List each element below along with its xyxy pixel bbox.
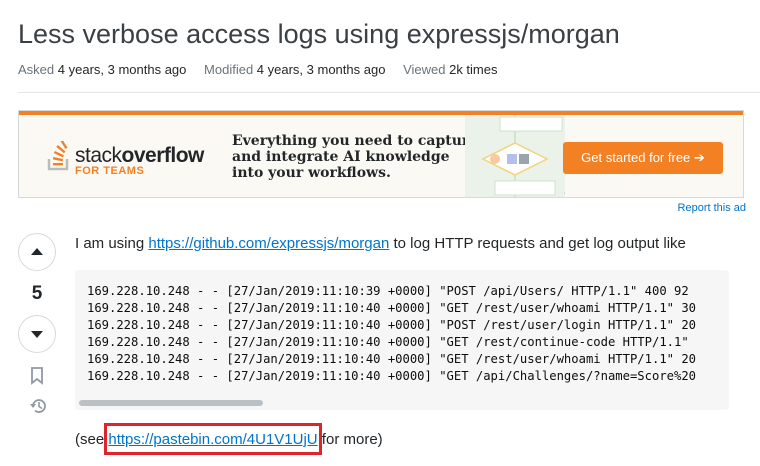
post-intro-paragraph: I am using https://github.com/expressjs/… <box>75 235 686 253</box>
log-code-block[interactable]: 169.228.10.248 - - [27/Jan/2019:11:10:39… <box>75 270 729 410</box>
ad-accent-bar <box>19 111 743 115</box>
upvote-button[interactable] <box>18 233 56 271</box>
viewed-value: 2k times <box>449 62 498 77</box>
ad-logo-subtitle: FOR TEAMS <box>75 165 145 177</box>
code-line: 169.228.10.248 - - [27/Jan/2019:11:10:40… <box>87 352 697 366</box>
code-line: 169.228.10.248 - - [27/Jan/2019:11:10:39… <box>87 284 689 298</box>
morgan-github-link[interactable]: https://github.com/expressjs/morgan <box>148 235 389 252</box>
code-line: 169.228.10.248 - - [27/Jan/2019:11:10:40… <box>87 369 697 383</box>
vote-score: 5 <box>31 283 43 304</box>
question-meta: Asked 4 years, 3 months ago Modified 4 y… <box>18 61 512 78</box>
ad-cta-label: Get started for free <box>581 150 691 165</box>
downvote-arrow-icon <box>31 331 43 338</box>
asked-value[interactable]: 4 years, 3 months ago <box>58 62 187 77</box>
downvote-button[interactable] <box>18 315 56 353</box>
intro-text-after: to log HTTP requests and get log output … <box>389 235 686 252</box>
code-line: 169.228.10.248 - - [27/Jan/2019:11:10:40… <box>87 301 697 315</box>
ad-headline: Everything you need to capture and integ… <box>232 133 482 181</box>
ad-flowchart-illustration-icon <box>465 115 565 197</box>
title-divider <box>18 92 760 93</box>
history-icon[interactable] <box>28 397 48 415</box>
question-title[interactable]: Less verbose access logs using expressjs… <box>18 16 620 52</box>
bookmark-icon[interactable] <box>30 367 44 385</box>
asked-label: Asked <box>18 62 55 77</box>
ad-cta-button[interactable]: Get started for free ➔ <box>563 142 723 174</box>
ad-headline-line-2: and integrate AI knowledge <box>232 149 450 165</box>
arrow-right-icon: ➔ <box>693 150 705 165</box>
log-code-lines: 169.228.10.248 - - [27/Jan/2019:11:10:39… <box>87 283 696 385</box>
modified-label: Modified <box>204 62 254 77</box>
intro-text-before: I am using <box>75 235 149 252</box>
code-horizontal-scrollbar[interactable] <box>79 400 263 406</box>
viewed-label: Viewed <box>403 62 446 77</box>
stackoverflow-teams-ad[interactable]: stackoverflow FOR TEAMS Everything you n… <box>18 110 744 198</box>
upvote-arrow-icon <box>31 248 43 255</box>
logo-bold-text: overflow <box>121 144 205 167</box>
stackoverflow-logo-icon <box>47 141 69 171</box>
pastebin-link-highlight <box>104 423 322 455</box>
report-ad-link[interactable]: Report this ad <box>660 202 746 214</box>
ad-logo-wordmark: stackoverflow <box>75 145 204 167</box>
code-line: 169.228.10.248 - - [27/Jan/2019:11:10:40… <box>87 335 689 349</box>
ad-headline-line-1: Everything you need to capture <box>232 133 479 149</box>
outro-text-after: for more) <box>317 431 383 448</box>
ad-headline-line-3: into your workflows. <box>232 165 391 181</box>
code-line: 169.228.10.248 - - [27/Jan/2019:11:10:40… <box>87 318 697 332</box>
logo-light-text: stack <box>75 144 122 167</box>
modified-value[interactable]: 4 years, 3 months ago <box>257 62 386 77</box>
